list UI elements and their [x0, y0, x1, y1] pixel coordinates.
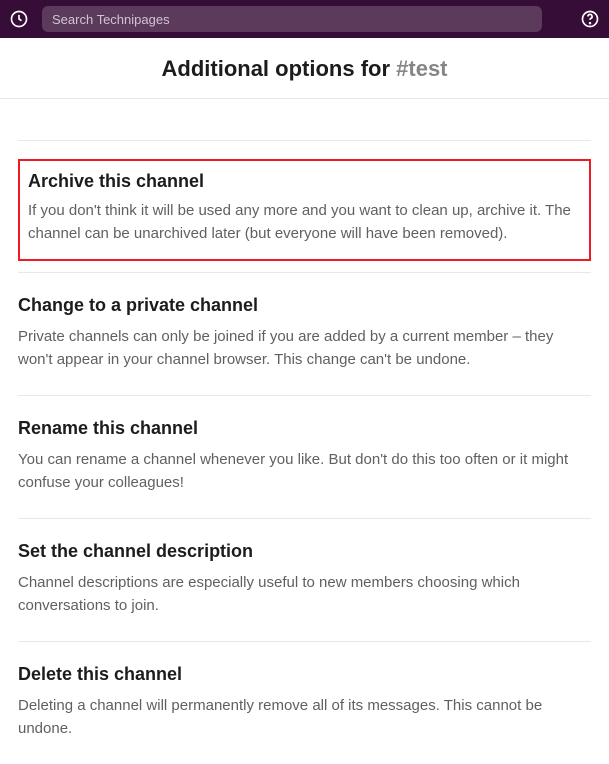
spacer [18, 99, 591, 141]
option-title: Delete this channel [18, 664, 591, 685]
help-icon[interactable] [579, 8, 601, 30]
option-title: Change to a private channel [18, 295, 591, 316]
option-desc: If you don't think it will be used any m… [28, 200, 581, 245]
option-desc: Private channels can only be joined if y… [18, 326, 591, 371]
option-desc: Channel descriptions are especially usef… [18, 572, 591, 617]
option-title: Archive this channel [28, 171, 581, 192]
search-input[interactable] [52, 12, 532, 27]
option-desc: You can rename a channel whenever you li… [18, 449, 591, 494]
spacer [18, 261, 591, 273]
top-bar [0, 0, 609, 38]
search-box[interactable] [42, 6, 542, 32]
option-description[interactable]: Set the channel description Channel desc… [18, 519, 591, 642]
option-archive[interactable]: Archive this channel If you don't think … [18, 159, 591, 261]
option-title: Set the channel description [18, 541, 591, 562]
option-private[interactable]: Change to a private channel Private chan… [18, 273, 591, 396]
option-delete[interactable]: Delete this channel Deleting a channel w… [18, 642, 591, 764]
channel-name: #test [396, 56, 447, 81]
option-desc: Deleting a channel will permanently remo… [18, 695, 591, 740]
option-title: Rename this channel [18, 418, 591, 439]
options-list: Archive this channel If you don't think … [0, 99, 609, 764]
history-icon[interactable] [8, 8, 30, 30]
option-rename[interactable]: Rename this channel You can rename a cha… [18, 396, 591, 519]
page-header: Additional options for #test [0, 38, 609, 99]
page-title: Additional options for [162, 56, 397, 81]
